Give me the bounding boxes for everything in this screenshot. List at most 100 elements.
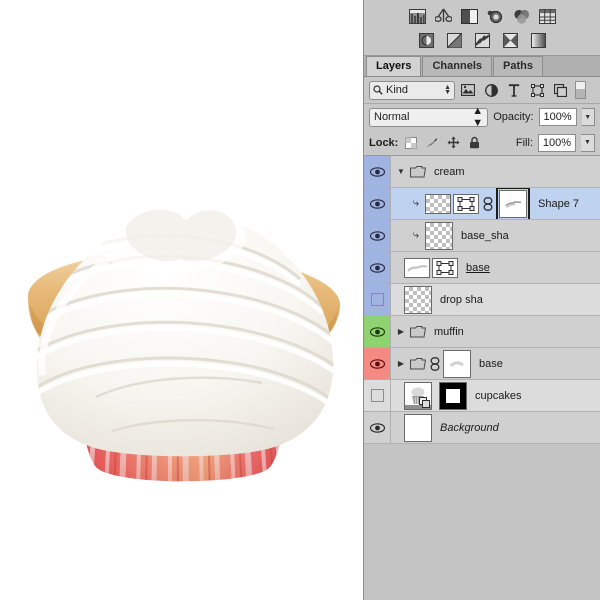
fill-input[interactable]: 100%: [538, 133, 576, 152]
eye-icon: [369, 262, 385, 273]
visibility-toggle[interactable]: [364, 220, 391, 251]
layer-row-base-group[interactable]: ▶ base: [364, 348, 600, 380]
layer-row-shape-7[interactable]: ⤷ Shape 7: [364, 188, 600, 220]
layer-row-base-shape[interactable]: base: [364, 252, 600, 284]
layer-row-cupcakes[interactable]: cupcakes: [364, 380, 600, 412]
link-icon[interactable]: [429, 356, 440, 371]
eye-icon: [369, 326, 385, 337]
smart-object-badge-icon: [419, 396, 431, 409]
visibility-toggle[interactable]: [364, 156, 391, 187]
panel-tabs: Layers Channels Paths: [364, 56, 600, 77]
eye-icon: [369, 422, 385, 433]
filter-type-icon[interactable]: [504, 80, 524, 100]
layer-row-base-sha[interactable]: ⤷ base_sha: [364, 220, 600, 252]
eye-icon: [369, 230, 385, 241]
cupcake-artwork: [8, 145, 358, 495]
layer-thumbnail[interactable]: [425, 221, 453, 250]
lock-image-icon[interactable]: [424, 135, 440, 151]
filter-adjustment-icon[interactable]: [481, 80, 501, 100]
filter-kind-label: Kind: [386, 84, 409, 96]
folder-icon: [410, 357, 427, 371]
tab-layers[interactable]: Layers: [366, 56, 422, 76]
visibility-toggle[interactable]: [364, 316, 391, 347]
filter-pixel-icon[interactable]: [458, 80, 478, 100]
lock-label: Lock:: [369, 136, 399, 149]
layer-name[interactable]: drop sha: [440, 294, 483, 306]
lock-all-icon[interactable]: [466, 135, 482, 151]
filter-shape-icon[interactable]: [527, 80, 547, 100]
visibility-toggle[interactable]: [364, 188, 391, 219]
group-disclosure-triangle[interactable]: ▼: [395, 167, 407, 176]
exposure-icon[interactable]: [487, 8, 504, 25]
tab-channels[interactable]: Channels: [422, 56, 492, 76]
layer-row-drop-sha[interactable]: drop sha: [364, 284, 600, 316]
layers-panel: Layers Channels Paths Kind ▲ ▼ Normal ▲ …: [363, 0, 600, 600]
invert-icon[interactable]: [418, 32, 435, 49]
filter-enable-toggle[interactable]: [575, 81, 586, 99]
group-disclosure-triangle[interactable]: ▶: [395, 327, 407, 336]
vector-mask-thumbnail[interactable]: [432, 257, 458, 278]
layer-row-background[interactable]: Background: [364, 412, 600, 444]
visibility-toggle[interactable]: [364, 284, 391, 315]
color-balance-icon[interactable]: [513, 8, 530, 25]
filter-smart-object-icon[interactable]: [550, 80, 570, 100]
filter-kind-dropdown[interactable]: Kind ▲ ▼: [369, 80, 455, 100]
blend-mode-value: Normal: [374, 111, 410, 123]
group-mask-thumbnail[interactable]: [443, 349, 471, 378]
opacity-slider-arrow[interactable]: ▼: [581, 108, 595, 126]
eye-off-icon: [370, 293, 384, 306]
visibility-toggle[interactable]: [364, 412, 391, 443]
layer-thumbnail[interactable]: [404, 257, 430, 278]
link-icon[interactable]: [482, 196, 493, 211]
layer-name[interactable]: Background: [440, 422, 499, 434]
layer-name[interactable]: base: [479, 358, 503, 370]
layer-name[interactable]: base: [466, 262, 490, 274]
lock-transparency-icon[interactable]: [403, 135, 419, 151]
search-icon: [373, 85, 383, 95]
group-disclosure-triangle[interactable]: ▶: [395, 359, 407, 368]
brightness-contrast-icon[interactable]: [460, 8, 478, 25]
eye-icon: [369, 358, 385, 369]
layer-thumbnail[interactable]: [404, 413, 432, 442]
layer-thumbnail[interactable]: [425, 193, 451, 214]
layer-mask-thumbnail[interactable]: [439, 381, 467, 410]
folder-icon: [410, 325, 427, 339]
threshold-icon[interactable]: [474, 32, 491, 49]
visibility-toggle[interactable]: [364, 348, 391, 379]
photoshop-window: Layers Channels Paths Kind ▲ ▼ Normal ▲ …: [0, 0, 600, 600]
smart-object-thumbnail[interactable]: [404, 381, 432, 410]
eye-icon: [369, 166, 385, 177]
curves-icon[interactable]: [434, 8, 452, 25]
blend-mode-dropdown[interactable]: Normal ▲ ▼: [369, 105, 489, 129]
posterize-icon[interactable]: [446, 32, 463, 49]
cupcake-frosting: [36, 201, 334, 457]
layer-name[interactable]: cupcakes: [475, 390, 521, 402]
document-canvas[interactable]: [0, 0, 363, 600]
folder-icon: [410, 165, 427, 179]
black-white-icon[interactable]: [538, 8, 556, 25]
fill-slider-arrow[interactable]: ▼: [581, 133, 595, 152]
opacity-input[interactable]: 100%: [538, 108, 577, 126]
layer-name[interactable]: Shape 7: [538, 198, 579, 210]
gradient-map-icon[interactable]: [530, 32, 547, 49]
chevron-updown-icon: ▲ ▼: [472, 105, 484, 129]
lock-fill-row: Lock: Fill: 100% ▼: [364, 130, 600, 156]
layer-list: ▼ cream ⤷ Shape 7 ⤷ base_sha base drop s…: [364, 156, 600, 444]
layer-name[interactable]: muffin: [434, 326, 464, 338]
blend-opacity-row: Normal ▲ ▼ Opacity: 100% ▼: [364, 104, 600, 130]
layer-row-muffin[interactable]: ▶ muffin: [364, 316, 600, 348]
layer-filter-row: Kind ▲ ▼: [364, 77, 600, 104]
levels-icon[interactable]: [408, 8, 426, 25]
visibility-toggle[interactable]: [364, 380, 391, 411]
selective-color-icon[interactable]: [502, 32, 519, 49]
layer-row-cream[interactable]: ▼ cream: [364, 156, 600, 188]
visibility-toggle[interactable]: [364, 252, 391, 283]
layer-mask-thumbnail[interactable]: [496, 188, 530, 219]
tab-paths[interactable]: Paths: [493, 56, 543, 76]
layer-thumbnail[interactable]: [404, 285, 432, 314]
layer-name[interactable]: base_sha: [461, 230, 509, 242]
eye-icon: [369, 198, 385, 209]
lock-position-icon[interactable]: [445, 135, 461, 151]
vector-mask-thumbnail[interactable]: [453, 193, 479, 214]
layer-name[interactable]: cream: [434, 166, 465, 178]
